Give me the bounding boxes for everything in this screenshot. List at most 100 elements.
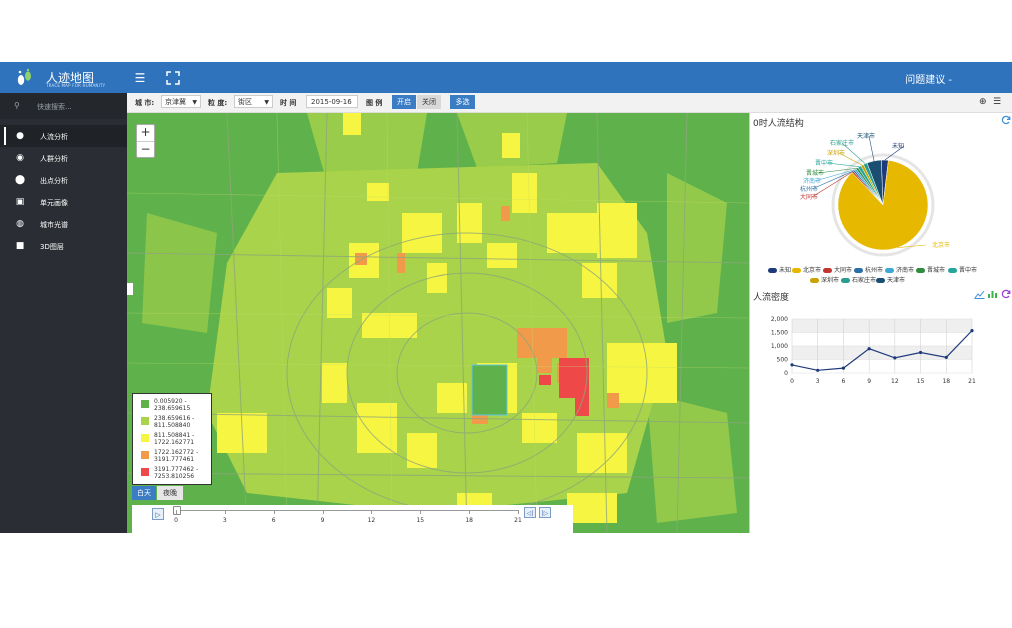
pie-legend-item[interactable]: 未知 [768, 265, 791, 274]
pie-slice-label: 杭州市 [800, 185, 818, 193]
timeline-tick-label: 6 [271, 517, 276, 524]
data-point[interactable] [867, 347, 871, 351]
feedback-menu[interactable]: 问题建议 - [905, 71, 952, 86]
multi-select-button[interactable]: 多选 [450, 95, 475, 109]
date-input[interactable]: 2015-09-16 [306, 95, 358, 108]
pie-slice-label: 未知 [892, 142, 904, 150]
timeline-tick-label: 12 [367, 517, 376, 524]
legend-label: 深圳市 [821, 277, 840, 284]
granularity-label: 粒 度: [208, 99, 228, 107]
pie-legend-item[interactable]: 石家庄市 [841, 275, 876, 284]
sidebar: ⚲ 快速搜索... ● 人流分析 ◉ 人群分析 ⬤ 出点分析 ▣ 单元画像 ◍ … [0, 93, 127, 533]
legend-off-button[interactable]: 关闭 [417, 95, 441, 109]
legend-swatch [141, 451, 149, 459]
step-forward-icon[interactable]: |▷ [539, 507, 551, 518]
legend-swatch [768, 268, 777, 273]
day-button[interactable]: 白天 [132, 486, 156, 500]
y-tick-label: 500 [777, 357, 789, 364]
step-back-icon[interactable]: ◁| [524, 507, 536, 518]
pie-slice-label: 晋中市 [815, 159, 833, 167]
pie-slice-label: 深圳市 [827, 149, 845, 157]
pie-legend-item[interactable]: 天津市 [876, 275, 905, 284]
x-tick-label: 15 [917, 378, 925, 385]
pie-legend-item[interactable]: 济南市 [885, 265, 914, 274]
legend-swatch [792, 268, 801, 273]
bar-chart-icon[interactable] [987, 289, 998, 299]
pie-chart: 未知 天津市石家庄市深圳市晋中市晋城市济南市杭州市大同市北京市 [800, 132, 950, 257]
sidebar-item-point-analysis[interactable]: ⬤ 出点分析 [0, 169, 127, 191]
app-subtitle: TRACE MAP FOR HUMANITY [46, 83, 106, 88]
search-icon: ⚲ [14, 101, 20, 110]
granularity-select-value: 街区 [238, 98, 252, 106]
x-tick-label: 9 [867, 378, 871, 385]
line-chart-icon[interactable] [974, 289, 985, 299]
granularity-select[interactable]: 街区 ▼ [234, 95, 273, 108]
sidebar-item-unit-portrait[interactable]: ▣ 单元画像 [0, 191, 127, 213]
top-bar: 人迹地图 TRACE MAP FOR HUMANITY ☰ 问题建议 - [0, 62, 1012, 93]
pie-legend-item[interactable]: 晋中市 [948, 265, 977, 274]
pie-legend-item[interactable]: 北京市 [792, 265, 821, 274]
data-point[interactable] [893, 356, 897, 360]
legend-swatch [876, 278, 885, 283]
legend-on-button[interactable]: 开启 [392, 95, 416, 109]
sidebar-item-label: 人群分析 [40, 155, 68, 163]
timeline-slider[interactable]: ▷ 0 3 6 9 12 15 18 21 ◁| |▷ [132, 505, 573, 533]
data-point[interactable] [841, 366, 846, 370]
play-icon[interactable]: ▷ [152, 508, 164, 520]
pie-legend-item[interactable]: 深圳市 [810, 275, 839, 284]
legend-label: 晋城市 [927, 267, 946, 274]
sidebar-item-label: 单元画像 [40, 199, 68, 207]
timeline-tick-mark [273, 510, 275, 514]
pie-slice-label: 天津市 [857, 132, 875, 140]
fullscreen-icon[interactable] [166, 71, 180, 85]
restore-icon[interactable] [1001, 289, 1011, 299]
data-point[interactable] [944, 355, 948, 359]
menu-toggle-icon[interactable]: ☰ [133, 71, 147, 85]
legend-label: 图 例 [366, 99, 383, 107]
legend-swatch [810, 278, 819, 283]
pie-legend-item[interactable]: 晋城市 [916, 265, 945, 274]
x-tick-label: 18 [942, 378, 950, 385]
chevron-down-icon: ▼ [192, 99, 197, 106]
data-point[interactable] [918, 350, 923, 355]
footprint-logo-icon [17, 68, 31, 85]
timeline-tick-mark [224, 510, 226, 514]
map-canvas[interactable] [127, 113, 749, 533]
city-select-value: 京津冀 [165, 98, 186, 106]
pie-legend-item[interactable]: 大同市 [823, 265, 852, 274]
quick-search[interactable]: ⚲ 快速搜索... [0, 93, 127, 119]
timeline-handle[interactable] [173, 506, 181, 515]
image-icon: ▣ [15, 197, 25, 207]
data-point[interactable] [970, 329, 974, 333]
data-point[interactable] [790, 363, 794, 367]
right-panel: 0时人流结构 未知 天津市 石家庄市 深圳市 晋中市 晋城市 济南市 杭州市 大同市 北京市 未知… [749, 113, 1012, 533]
night-button[interactable]: 夜晚 [157, 486, 183, 500]
list-icon[interactable]: ☰ [993, 97, 1001, 107]
timeline-tick-label: 9 [320, 517, 325, 524]
zoom-in-button[interactable]: + [137, 125, 154, 142]
legend-swatch [141, 468, 149, 476]
sidebar-item-flow-analysis[interactable]: ● 人流分析 [0, 125, 127, 147]
pie-slice-label: 石家庄市 [830, 139, 854, 147]
city-label: 城 市: [135, 99, 155, 107]
sidebar-item-3d-layer[interactable]: ■ 3D图层 [0, 235, 127, 257]
legend-label: 未知 [779, 267, 792, 274]
legend-swatch [841, 278, 850, 283]
line-chart: 0 500 1,000 1,500 2,000 0 3 6 9 12 15 18 21 [771, 316, 976, 385]
zoom-control: + − [136, 124, 155, 158]
data-point[interactable] [816, 368, 820, 372]
download-icon[interactable]: ⊕ [979, 97, 987, 107]
chevron-down-icon: ▼ [264, 99, 269, 106]
x-tick-label: 3 [816, 378, 820, 385]
user-icon: ● [16, 131, 24, 141]
sidebar-item-city-spectrum[interactable]: ◍ 城市光谱 [0, 213, 127, 235]
zoom-out-button[interactable]: − [137, 142, 154, 158]
legend-swatch [885, 268, 894, 273]
sidebar-item-crowd-analysis[interactable]: ◉ 人群分析 [0, 147, 127, 169]
legend-range: 0.005920 - 238.659615 [154, 398, 191, 412]
x-tick-label: 6 [842, 378, 846, 385]
timeline-track[interactable] [176, 510, 518, 511]
city-select[interactable]: 京津冀 ▼ [161, 95, 201, 108]
heatmap-map[interactable]: + − 0.005920 - 238.659615 238.659616 - 8… [127, 113, 749, 533]
pie-legend-item[interactable]: 杭州市 [854, 265, 883, 274]
